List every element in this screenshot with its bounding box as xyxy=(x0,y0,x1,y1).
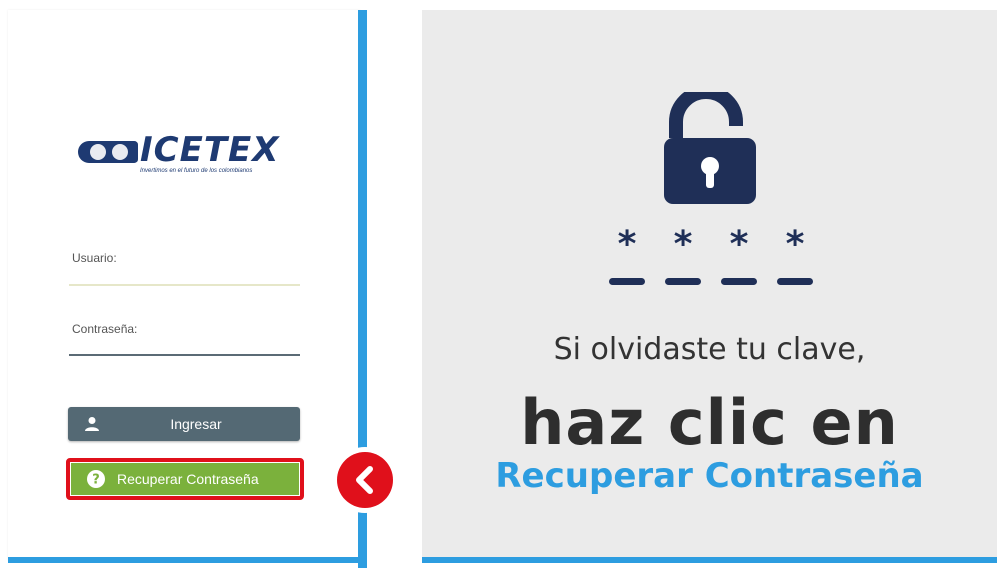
panel-border-bottom xyxy=(8,557,367,563)
login-button-label: Ingresar xyxy=(170,416,222,432)
password-label: Contraseña: xyxy=(72,322,138,336)
svg-text:?: ? xyxy=(92,473,100,488)
asterisk-underline xyxy=(721,278,757,285)
logo-tagline: Invertimos en el futuro de los colombian… xyxy=(140,168,253,174)
asterisk: * xyxy=(729,224,749,265)
info-message-line1: Si olvidaste tu clave, xyxy=(553,332,866,367)
logo-wordmark: ICETEX xyxy=(140,130,280,170)
login-button[interactable]: Ingresar xyxy=(68,407,300,441)
unlocked-padlock-icon xyxy=(664,92,756,204)
globe-icon xyxy=(78,141,138,163)
asterisk: * xyxy=(617,224,637,265)
masked-password-graphic: * * * * xyxy=(608,224,818,290)
info-message-line2: haz clic en xyxy=(520,386,899,459)
asterisk-underline xyxy=(777,278,813,285)
icetex-logo: ICETEX Invertimos en el futuro de los co… xyxy=(78,133,290,177)
info-message-line3: Recuperar Contraseña xyxy=(495,456,924,496)
back-arrow-button[interactable] xyxy=(332,447,398,513)
username-label: Usuario: xyxy=(72,251,117,265)
info-border-bottom xyxy=(422,557,997,563)
username-field[interactable] xyxy=(69,284,300,286)
recover-button-label: Recuperar Contraseña xyxy=(117,471,259,487)
asterisk-underline xyxy=(665,278,701,285)
asterisk-underline xyxy=(609,278,645,285)
password-field[interactable] xyxy=(69,354,300,356)
help-circle-icon: ? xyxy=(87,470,105,488)
asterisk: * xyxy=(673,224,693,265)
recover-password-button[interactable]: ? Recuperar Contraseña xyxy=(71,463,299,495)
chevron-left-icon xyxy=(356,466,373,494)
asterisk: * xyxy=(785,224,805,265)
